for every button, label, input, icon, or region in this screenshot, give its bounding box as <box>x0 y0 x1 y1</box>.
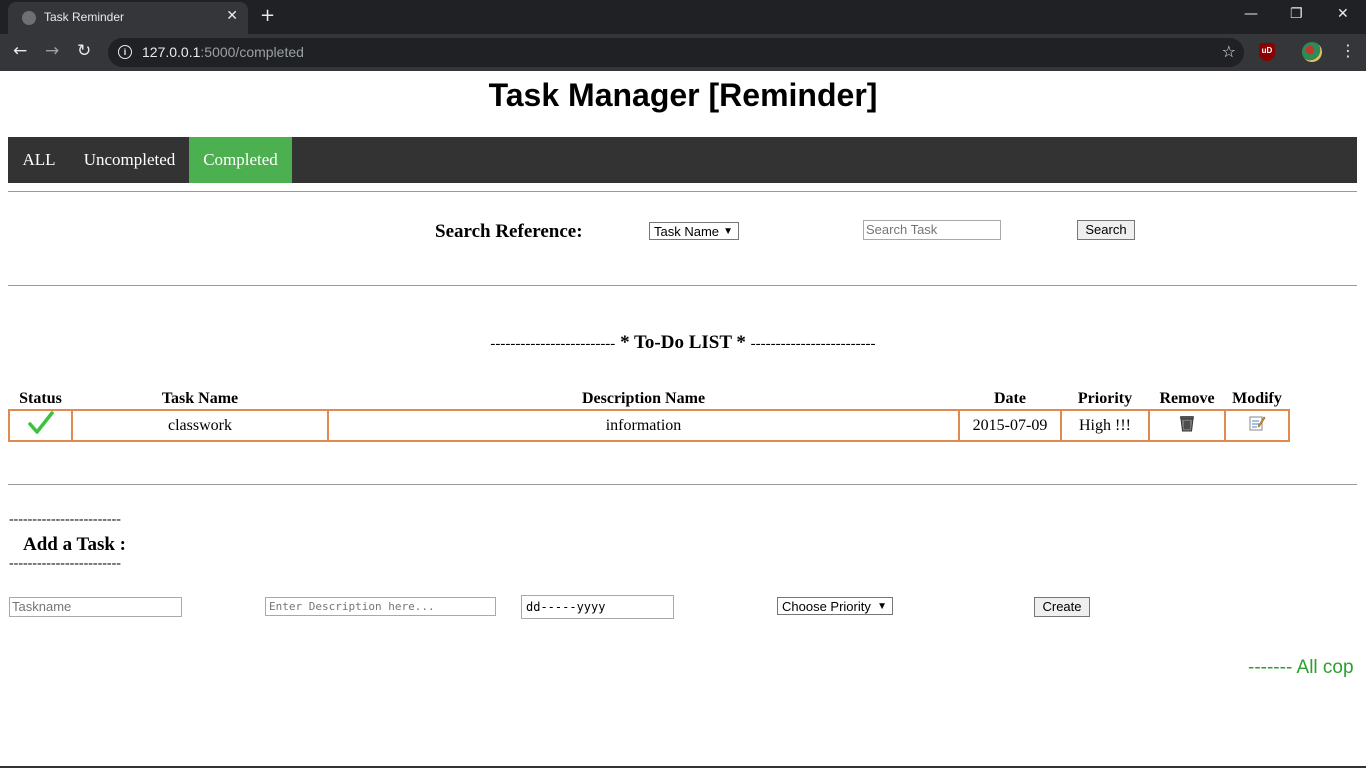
column-header-status: Status <box>19 390 62 407</box>
nav-item-uncompleted[interactable]: Uncompleted <box>70 137 189 183</box>
close-tab-icon[interactable]: ✕ <box>226 8 238 24</box>
divider <box>8 191 1357 192</box>
edit-note-icon[interactable] <box>1248 414 1266 432</box>
nav-bar: ALL Uncompleted Completed <box>8 137 1357 183</box>
forward-icon[interactable]: → <box>45 41 59 61</box>
column-header-remove: Remove <box>1159 390 1215 407</box>
globe-icon <box>22 11 36 25</box>
priority-select[interactable]: Choose Priority ▼ <box>777 597 893 615</box>
date-input[interactable]: dd-----yyyy <box>521 595 674 619</box>
reload-icon[interactable]: ↻ <box>77 41 91 61</box>
restore-icon[interactable]: ❐ <box>1290 6 1303 22</box>
tab-title: Task Reminder <box>44 10 125 24</box>
url-text[interactable]: 127.0.0.1:5000/completed <box>142 44 304 60</box>
divider <box>8 285 1357 286</box>
table-header-row: Status Task Name Description Name Date P… <box>9 389 1289 410</box>
browser-titlebar: Task Reminder ✕ + — ❐ ✕ <box>0 0 1366 34</box>
page-title: Task Manager [Reminder] <box>488 77 878 113</box>
trash-icon[interactable] <box>1177 413 1197 433</box>
column-header-date: Date <box>994 390 1026 407</box>
ublock-icon[interactable]: uD <box>1259 43 1275 61</box>
date-cell: 2015-07-09 <box>958 409 1062 442</box>
footer-copyright: ------- All cop <box>1248 657 1354 678</box>
minimize-icon[interactable]: — <box>1244 6 1258 22</box>
window-close-icon[interactable]: ✕ <box>1337 6 1349 22</box>
add-task-dash-bottom: ------------------------ <box>9 556 121 571</box>
remove-cell <box>1148 409 1226 442</box>
taskname-input[interactable]: Taskname <box>9 597 182 617</box>
checkmark-icon <box>27 411 54 434</box>
description-textarea[interactable]: Enter Description here... <box>265 597 496 616</box>
menu-icon[interactable]: ⋮ <box>1340 41 1356 60</box>
nav-item-all[interactable]: ALL <box>8 137 70 183</box>
info-icon[interactable]: i <box>118 45 132 59</box>
search-label: Search Reference: <box>435 221 583 242</box>
bookmark-star-icon[interactable]: ☆ <box>1222 42 1236 61</box>
page-content: Task Manager [Reminder] ALL Uncompleted … <box>0 71 1366 768</box>
nav-item-completed[interactable]: Completed <box>189 137 292 183</box>
task-name-cell: classwork <box>71 409 329 442</box>
search-button[interactable]: Search <box>1077 220 1135 240</box>
status-cell <box>8 409 73 442</box>
description-cell: information <box>327 409 960 442</box>
new-tab-icon[interactable]: + <box>260 5 275 26</box>
back-icon[interactable]: ← <box>13 41 27 61</box>
search-input[interactable]: Search Task <box>863 220 1001 240</box>
priority-cell: High !!! <box>1060 409 1150 442</box>
table-row: classwork information 2015-07-09 High !!… <box>8 409 1290 442</box>
search-reference-select[interactable]: Task Name ▼ <box>649 222 739 240</box>
column-header-priority: Priority <box>1077 390 1133 407</box>
address-bar[interactable]: i 127.0.0.1:5000/completed ☆ <box>108 38 1244 67</box>
dropdown-arrow-icon: ▼ <box>877 601 887 612</box>
divider <box>8 484 1357 485</box>
profile-avatar[interactable] <box>1302 42 1322 62</box>
todo-list-title: ------------------------- * To-Do LIST *… <box>490 332 876 353</box>
browser-toolbar: ← → ↻ i 127.0.0.1:5000/completed ☆ uD ⋮ <box>0 34 1366 71</box>
add-task-title: Add a Task : <box>23 534 126 555</box>
add-task-dash-top: ------------------------ <box>9 512 121 527</box>
task-table: Status Task Name Description Name Date P… <box>8 389 1290 442</box>
create-button[interactable]: Create <box>1034 597 1090 617</box>
column-header-description: Description Name <box>581 390 706 407</box>
browser-tab[interactable]: Task Reminder ✕ <box>8 2 248 34</box>
modify-cell <box>1224 409 1290 442</box>
column-header-task-name: Task Name <box>161 390 239 407</box>
column-header-modify: Modify <box>1232 390 1282 407</box>
dropdown-arrow-icon: ▼ <box>723 226 733 237</box>
